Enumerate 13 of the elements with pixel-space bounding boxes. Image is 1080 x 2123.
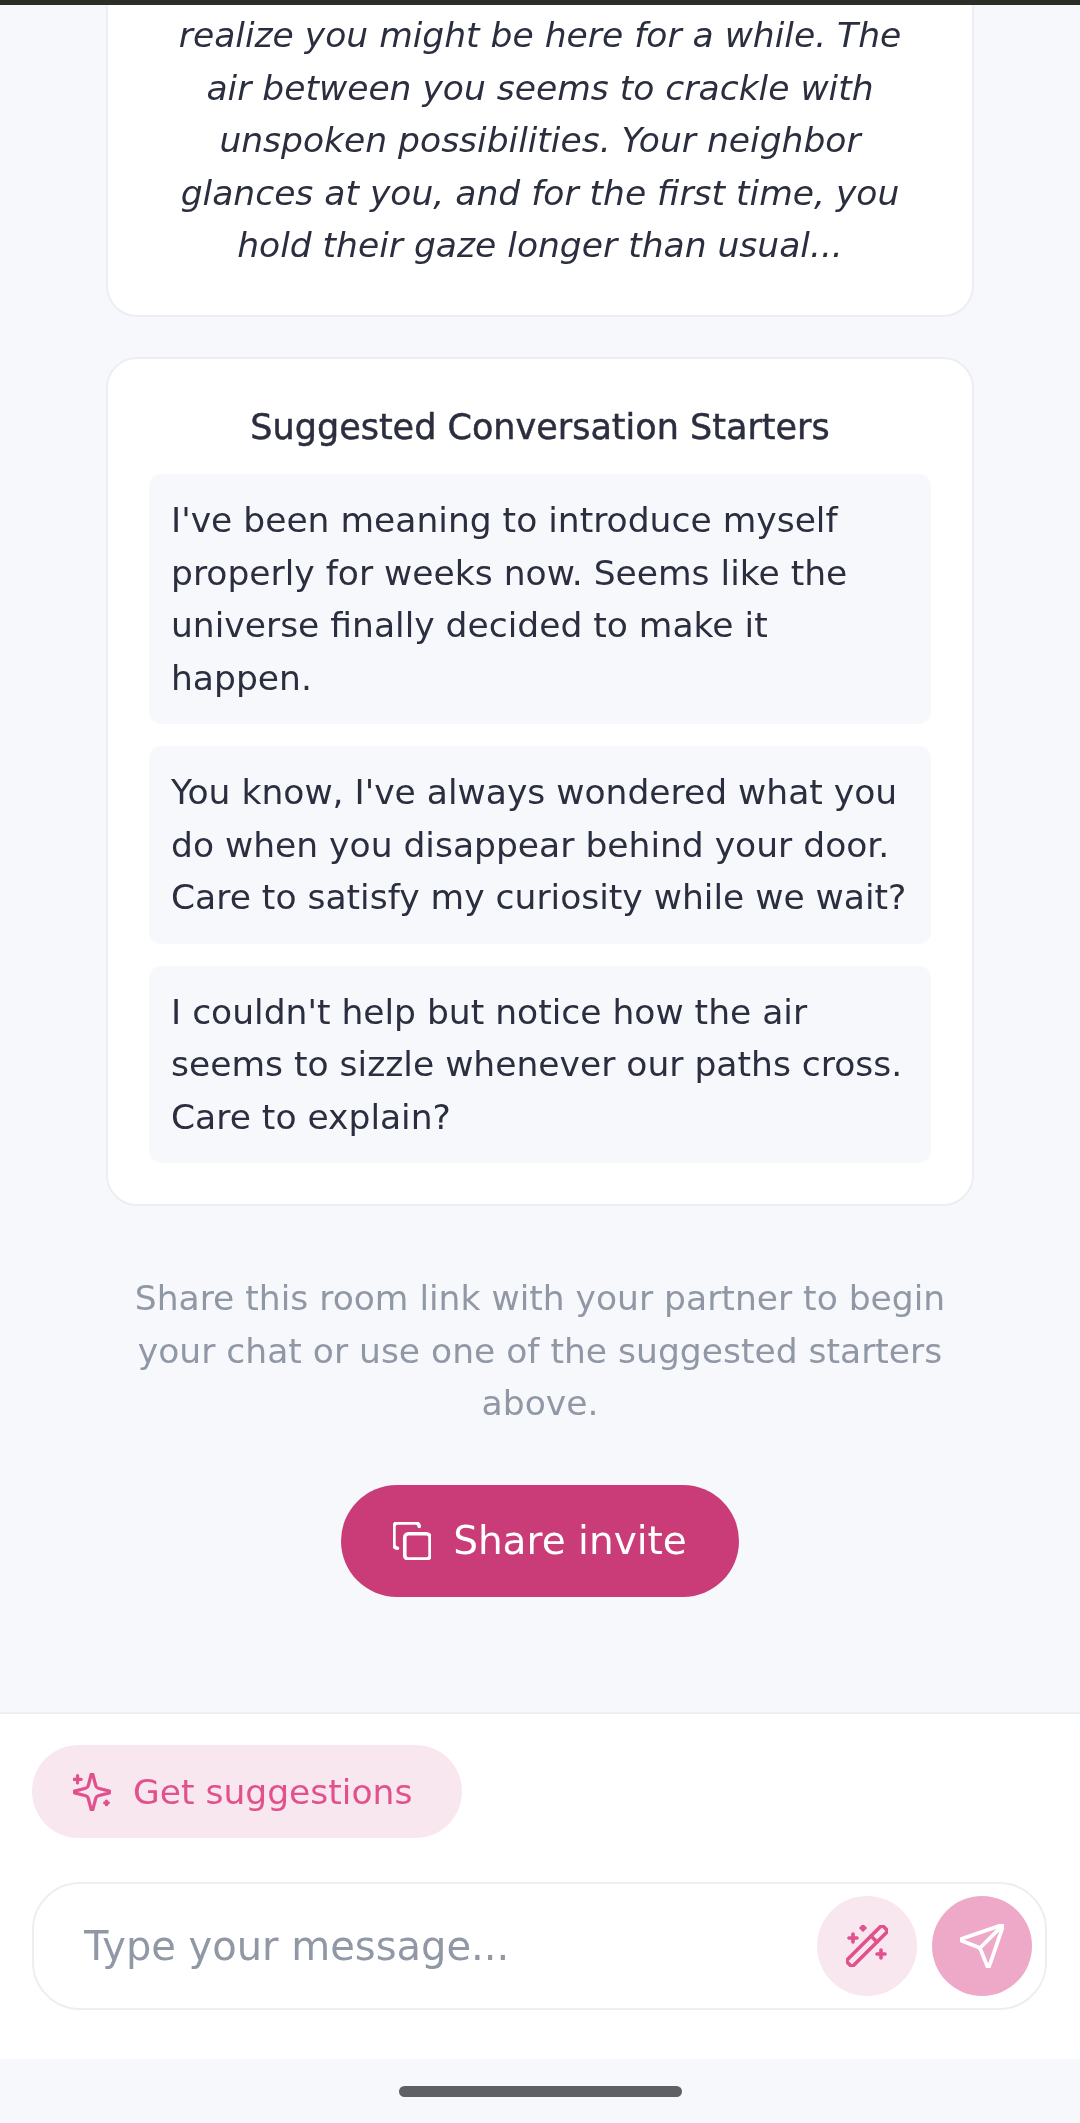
magic-wand-icon xyxy=(846,1925,888,1967)
starter-option[interactable]: I've been meaning to introduce myself properly for weeks now. Seems like the universe finally decided to make it happen. xyxy=(149,474,931,724)
copy-icon xyxy=(393,1521,432,1560)
share-hint-text: Share this room link with your partner to begin your chat or use one of the suggested starters above. xyxy=(133,1277,947,1425)
share-invite-button[interactable]: Share invite xyxy=(341,1484,739,1597)
starter-option[interactable]: You know, I've always wondered what you do when you disappear behind your door. Care to satisfy my curiosity while we wait? xyxy=(149,746,931,944)
message-field[interactable]: Type your message... xyxy=(32,1882,1047,2010)
starter-option[interactable]: I couldn't help but notice how the air seems to sizzle whenever our paths cross. Care to explain? xyxy=(149,965,931,1163)
story-text: realize you might be here for a while. The air between you seems to crackle with unspoken possibilities. Your neighbor glances at you, and for the first time, you hold their gaze longer than usual... xyxy=(177,14,903,267)
send-icon xyxy=(960,1924,1004,1968)
starters-title: Suggested Conversation Starters xyxy=(249,405,831,449)
message-input[interactable]: Type your message... xyxy=(84,1916,802,1976)
sparkles-icon xyxy=(73,1772,111,1811)
